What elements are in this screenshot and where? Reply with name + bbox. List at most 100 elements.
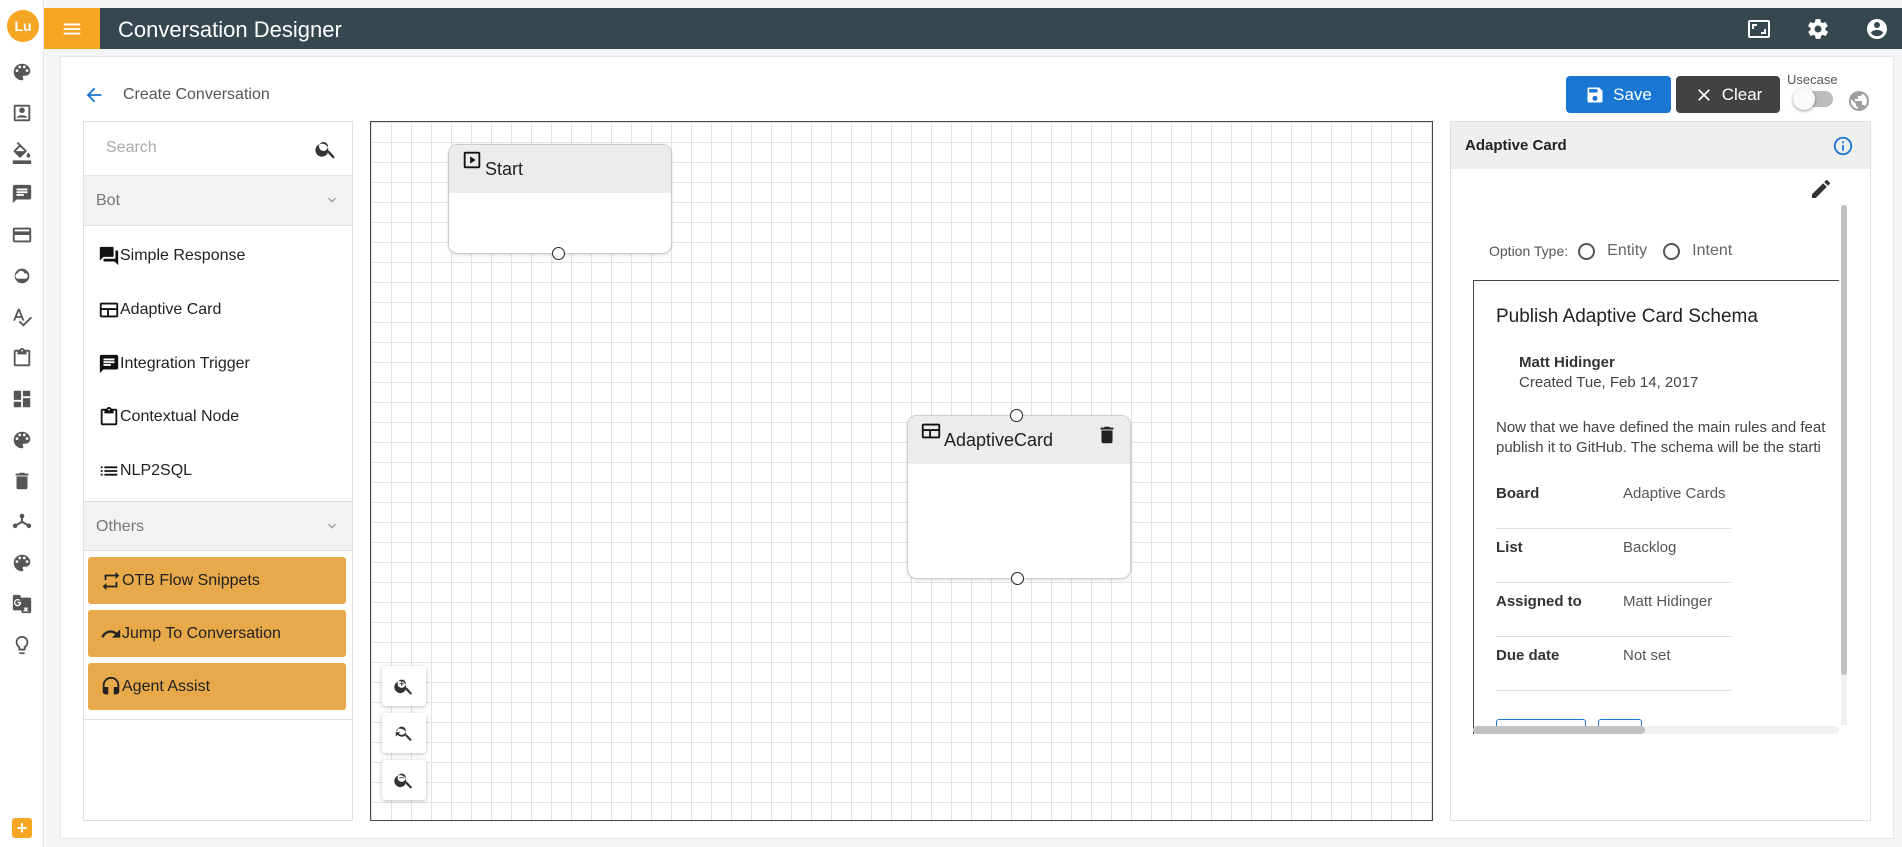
fact-value: Backlog	[1623, 539, 1677, 556]
trash-icon[interactable]	[10, 469, 34, 493]
scrollbar-thumb[interactable]	[1841, 205, 1847, 675]
output-port[interactable]	[552, 247, 565, 260]
palette-item-jump-to-conversation[interactable]: Jump To Conversation	[88, 610, 346, 657]
save-icon	[1587, 87, 1603, 102]
list-icon	[100, 466, 118, 476]
message-icon[interactable]	[10, 182, 34, 206]
palette-search	[84, 122, 352, 176]
divider	[1496, 636, 1731, 637]
card-body-line: publish it to GitHub. The schema will be…	[1496, 439, 1821, 456]
option-type-group: Option Type: Entity Intent	[1489, 242, 1732, 260]
palette-item-label: Simple Response	[120, 247, 246, 264]
palette-item-simple-response[interactable]: Simple Response	[98, 243, 245, 269]
usecase-toggle[interactable]	[1793, 88, 1833, 110]
palette-item-label: Adaptive Card	[120, 301, 222, 318]
message-icon	[99, 354, 119, 374]
output-port[interactable]	[1011, 572, 1024, 585]
add-icon[interactable]: +	[12, 818, 32, 838]
menu-icon[interactable]	[44, 8, 100, 49]
card-body-line: Now that we have defined the main rules …	[1496, 419, 1826, 436]
left-nav-rail: Lu +	[0, 0, 44, 847]
input-port[interactable]	[1010, 409, 1023, 422]
node-adaptive-card[interactable]: AdaptiveCard	[907, 409, 1131, 585]
zoom-out-button[interactable]	[382, 760, 426, 800]
dashboard-icon[interactable]	[10, 387, 34, 411]
fact-key: List	[1496, 539, 1523, 556]
main-panel: Create Conversation Save Clear Usecase B…	[60, 56, 1894, 839]
divider	[1496, 582, 1731, 583]
adaptive-card-preview: Publish Adaptive Card Schema Matt Hiding…	[1473, 280, 1839, 734]
fact-row: Assigned to Matt Hidinger	[1496, 593, 1736, 637]
palette-item-adaptive-card[interactable]: Adaptive Card	[98, 297, 221, 323]
fullscreen-icon[interactable]	[1747, 17, 1771, 41]
zoom-in-icon	[394, 679, 413, 695]
cloud-icon[interactable]	[10, 264, 34, 288]
vertical-scrollbar[interactable]	[1841, 205, 1847, 725]
redo-icon	[101, 628, 121, 638]
globe-icon[interactable]	[1847, 89, 1871, 113]
palette-icon-3[interactable]	[10, 551, 34, 575]
settings-icon[interactable]	[1806, 17, 1830, 41]
node-start[interactable]: Start	[448, 144, 672, 260]
play-icon	[461, 149, 483, 171]
zoom-reset-icon	[395, 726, 412, 742]
search-icon[interactable]	[314, 137, 338, 161]
intent-radio[interactable]	[1663, 242, 1681, 260]
fact-key: Board	[1496, 485, 1540, 502]
info-icon[interactable]	[1832, 135, 1854, 157]
node-title: Start	[485, 159, 524, 179]
spellcheck-icon[interactable]	[10, 305, 34, 329]
palette-icon-2[interactable]	[10, 428, 34, 452]
fact-key: Due date	[1496, 647, 1560, 664]
horizontal-scrollbar[interactable]	[1473, 726, 1839, 734]
palette-item-label: Jump To Conversation	[122, 624, 281, 642]
palette-item-agent-assist[interactable]: Agent Assist	[88, 663, 346, 710]
translate-icon[interactable]	[10, 592, 34, 616]
account-icon[interactable]	[1865, 17, 1889, 41]
chevron-down-icon	[324, 192, 340, 208]
search-input[interactable]	[94, 132, 294, 164]
palette-item-nlp2sql[interactable]: NLP2SQL	[98, 458, 192, 484]
palette-item-integration-trigger[interactable]: Integration Trigger	[98, 351, 250, 377]
entity-radio[interactable]	[1578, 242, 1596, 260]
card-icon	[920, 420, 942, 442]
divider	[1496, 690, 1731, 691]
card-author: Matt Hidinger	[1519, 354, 1615, 371]
hub-icon[interactable]	[10, 510, 34, 534]
bot-section-header[interactable]: Bot	[84, 176, 352, 226]
divider	[1496, 528, 1731, 529]
lightbulb-icon[interactable]	[10, 633, 34, 657]
flow-canvas[interactable]: Start AdaptiveCard	[370, 121, 1433, 821]
back-arrow-icon[interactable]	[83, 84, 105, 106]
scrollbar-thumb[interactable]	[1473, 726, 1645, 734]
clear-label: Clear	[1721, 84, 1763, 104]
edit-icon[interactable]	[1809, 177, 1833, 201]
palette-item-otb-flow-snippets[interactable]: OTB Flow Snippets	[88, 557, 346, 604]
properties-panel: Adaptive Card Option Type: Entity Intent…	[1450, 121, 1871, 821]
others-section-label: Others	[96, 518, 145, 535]
clipboard-icon[interactable]	[10, 346, 34, 370]
palette-item-contextual-node[interactable]: Contextual Node	[98, 404, 239, 430]
clear-button[interactable]: Clear	[1676, 76, 1780, 113]
headset-icon	[102, 676, 120, 694]
divider	[84, 719, 352, 720]
zoom-in-button[interactable]	[382, 666, 426, 706]
save-button[interactable]: Save	[1566, 76, 1671, 113]
intent-radio-label: Intent	[1692, 242, 1733, 259]
chat-bubbles-icon	[99, 246, 119, 266]
paint-bucket-icon[interactable]	[10, 141, 34, 165]
close-icon	[1697, 88, 1710, 101]
zoom-out-icon	[394, 773, 413, 789]
trash-icon[interactable]	[1096, 424, 1118, 446]
card-icon[interactable]	[10, 223, 34, 247]
zoom-reset-button[interactable]	[382, 713, 426, 753]
fact-value: Not set	[1623, 647, 1671, 664]
node-palette: Bot Simple Response Adaptive Card Integr…	[83, 121, 353, 821]
others-section-header[interactable]: Others	[84, 501, 352, 551]
node-title: AdaptiveCard	[944, 430, 1054, 450]
contact-icon[interactable]	[10, 101, 34, 125]
palette-icon[interactable]	[10, 60, 34, 84]
app-logo[interactable]: Lu	[7, 10, 39, 42]
properties-title: Adaptive Card	[1465, 137, 1567, 154]
chevron-down-icon	[324, 518, 340, 534]
